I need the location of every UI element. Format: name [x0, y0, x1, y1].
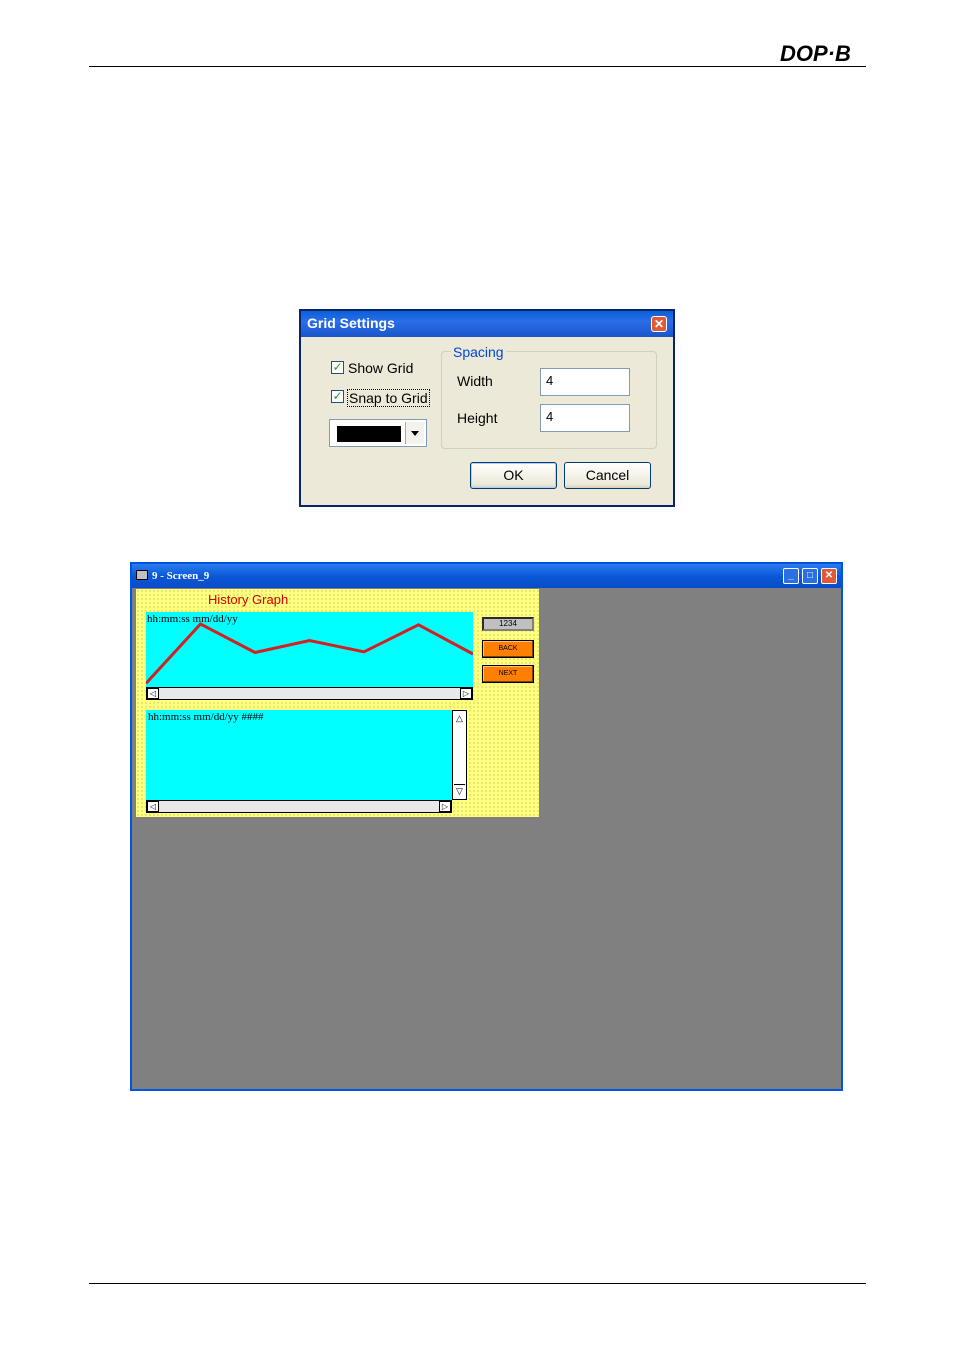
table-vertical-scrollbar[interactable]: △ ▽: [452, 710, 467, 800]
width-label: Width: [457, 373, 493, 389]
trend-line: [146, 622, 473, 685]
dop-b-logo: DOP·B: [780, 41, 851, 66]
history-table[interactable]: hh:mm:ss mm/dd/yy ####: [146, 710, 452, 800]
scroll-right-icon[interactable]: ▷: [439, 801, 451, 812]
ok-button[interactable]: OK: [470, 462, 557, 489]
scroll-left-icon[interactable]: ◁: [147, 688, 159, 699]
history-graph-title: History Graph: [208, 592, 289, 607]
window-title: 9 - Screen_9: [152, 570, 210, 582]
cancel-button[interactable]: Cancel: [564, 462, 651, 489]
graph-time-format: hh:mm:ss mm/dd/yy: [147, 613, 238, 625]
minimize-button[interactable]: _: [783, 568, 799, 584]
window-close-button[interactable]: ✕: [821, 568, 837, 584]
maximize-button[interactable]: □: [802, 568, 818, 584]
width-field[interactable]: 4: [540, 368, 630, 396]
svg-text:DOP·B: DOP·B: [780, 41, 851, 66]
snap-to-grid-checkbox[interactable]: ✓: [331, 390, 344, 403]
grid-settings-dialog: Grid Settings ✕ ✓ Show Grid ✓ Snap to Gr…: [299, 309, 675, 507]
height-label: Height: [457, 410, 498, 426]
dialog-title: Grid Settings: [307, 315, 395, 331]
scroll-up-icon[interactable]: △: [454, 712, 465, 725]
table-horizontal-scrollbar[interactable]: ◁ ▷: [146, 800, 452, 813]
grid-color-picker[interactable]: [329, 419, 427, 447]
spacing-group-label: Spacing: [451, 344, 506, 360]
dialog-close-button[interactable]: ✕: [651, 316, 667, 332]
spacing-group: [441, 351, 657, 449]
color-dropdown-button[interactable]: [405, 422, 424, 444]
history-graph[interactable]: hh:mm:ss mm/dd/yy: [146, 612, 473, 687]
back-button[interactable]: BACK: [482, 640, 534, 658]
scroll-down-icon[interactable]: ▽: [454, 784, 465, 798]
height-field[interactable]: 4: [540, 404, 630, 432]
screen-icon: [136, 570, 148, 580]
grid-color-swatch: [337, 426, 401, 442]
screen-canvas[interactable]: History Graph hh:mm:ss mm/dd/yy ◁ ▷ hh:m…: [136, 589, 539, 817]
header-rule: [89, 66, 866, 67]
chevron-down-icon: [411, 431, 419, 436]
window-titlebar[interactable]: 9 - Screen_9 _ □ ✕: [132, 564, 841, 588]
numeric-display[interactable]: 1234: [482, 617, 534, 631]
scroll-left-icon[interactable]: ◁: [147, 801, 159, 812]
dialog-titlebar[interactable]: Grid Settings ✕: [301, 311, 673, 337]
snap-to-grid-label[interactable]: Snap to Grid: [347, 389, 430, 407]
scroll-right-icon[interactable]: ▷: [460, 688, 472, 699]
graph-horizontal-scrollbar[interactable]: ◁ ▷: [146, 687, 473, 700]
show-grid-checkbox[interactable]: ✓: [331, 361, 344, 374]
next-button[interactable]: NEXT: [482, 665, 534, 683]
table-format: hh:mm:ss mm/dd/yy ####: [148, 711, 264, 723]
screen-window: 9 - Screen_9 _ □ ✕ History Graph hh:mm:s…: [130, 562, 843, 1091]
show-grid-label[interactable]: Show Grid: [348, 360, 413, 376]
footer-rule: [89, 1283, 866, 1284]
